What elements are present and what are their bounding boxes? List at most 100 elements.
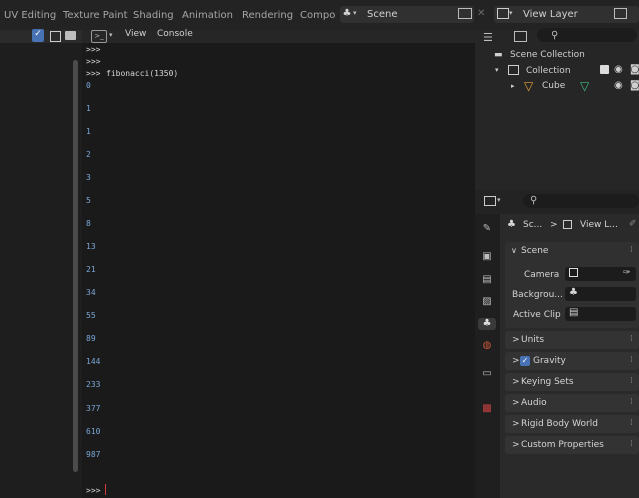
eye-icon[interactable]: ◉ bbox=[614, 64, 623, 75]
eyedropper-icon[interactable]: ✑ bbox=[623, 268, 631, 278]
camera-icon[interactable]: ◙ bbox=[630, 80, 639, 91]
camera-icon[interactable]: ◙ bbox=[630, 64, 639, 75]
left-editor-header: ✓ bbox=[0, 29, 82, 43]
drag-handle-icon[interactable]: ⁞ bbox=[630, 355, 633, 365]
gravity-panel-title[interactable]: Gravity bbox=[533, 356, 566, 366]
breadcrumb-view-layer: View L... bbox=[580, 220, 618, 230]
output-tab-icon[interactable]: ▤ bbox=[481, 274, 493, 286]
view-layer-tab-icon[interactable]: ▨ bbox=[481, 296, 493, 308]
audio-panel-title[interactable]: Audio bbox=[521, 398, 547, 408]
chevron-down-icon[interactable]: ∨ bbox=[511, 246, 517, 255]
chevron-right-icon[interactable]: ▸ bbox=[511, 82, 515, 90]
outliner-display-mode-icon[interactable]: ☰ bbox=[483, 31, 493, 44]
view-layer-icon bbox=[497, 8, 509, 19]
editor-type-icon[interactable]: >_ bbox=[91, 30, 107, 43]
folder-icon[interactable] bbox=[65, 31, 76, 40]
units-panel-title[interactable]: Units bbox=[521, 335, 544, 345]
tab-shading[interactable]: Shading bbox=[133, 10, 174, 21]
console-output-line: 1 bbox=[86, 104, 91, 113]
python-console[interactable] bbox=[82, 30, 475, 498]
console-output-line: 21 bbox=[86, 265, 96, 274]
scene-panel-title[interactable]: Scene bbox=[521, 246, 548, 256]
console-prompt: >>> bbox=[86, 45, 101, 54]
drag-handle-icon[interactable]: ⁞ bbox=[630, 397, 633, 407]
console-output-line: 377 bbox=[86, 404, 101, 413]
rigid-body-world-panel-title[interactable]: Rigid Body World bbox=[521, 419, 598, 429]
keying-sets-panel-title[interactable]: Keying Sets bbox=[521, 377, 574, 387]
clip-icon: ▤ bbox=[569, 307, 579, 318]
chevron-down-icon: ▾ bbox=[497, 196, 501, 204]
console-output-line: 5 bbox=[86, 196, 91, 205]
view-layer-icon bbox=[563, 220, 572, 229]
checkbox-icon[interactable] bbox=[600, 65, 609, 74]
camera-object-icon bbox=[569, 268, 578, 277]
tool-tab-icon[interactable]: ✎ bbox=[481, 223, 493, 235]
workspace-topbar: UV Editing Texture Paint Shading Animati… bbox=[0, 0, 639, 30]
pin-icon[interactable]: ✐ bbox=[629, 219, 637, 229]
chevron-right-icon: > bbox=[512, 356, 520, 366]
drag-handle-icon[interactable]: ⁞ bbox=[630, 334, 633, 344]
copy-icon[interactable] bbox=[50, 31, 61, 42]
drag-handle-icon[interactable]: ⁞ bbox=[630, 418, 633, 428]
tab-rendering[interactable]: Rendering bbox=[242, 10, 293, 21]
breadcrumb-scene: Sc... bbox=[523, 220, 543, 230]
new-scene-icon[interactable] bbox=[458, 8, 472, 19]
chevron-right-icon: > bbox=[512, 419, 520, 429]
shield-icon[interactable]: ✓ bbox=[32, 29, 44, 42]
scene-collection-icon: ▬ bbox=[494, 50, 503, 60]
scene-selector[interactable] bbox=[340, 6, 474, 23]
console-prompt: >>> bbox=[86, 69, 101, 78]
console-output-line: 34 bbox=[86, 288, 96, 297]
render-tab-icon[interactable]: ▣ bbox=[481, 251, 493, 263]
console-output-line: 987 bbox=[86, 450, 101, 459]
tab-compositing[interactable]: Compo bbox=[300, 10, 335, 21]
outliner-scene-collection[interactable]: Scene Collection bbox=[510, 50, 585, 60]
close-icon[interactable]: ✕ bbox=[477, 8, 485, 19]
view-layer-name: View Layer bbox=[523, 9, 578, 20]
console-input-prompt: >>> bbox=[86, 486, 101, 495]
outliner-collection[interactable]: Collection bbox=[526, 66, 571, 76]
console-scrollbar[interactable] bbox=[73, 60, 78, 472]
left-editor bbox=[0, 30, 82, 498]
tab-uv-editing[interactable]: UV Editing bbox=[4, 10, 56, 21]
text-cursor bbox=[105, 484, 106, 495]
chevron-down-icon[interactable]: ▾ bbox=[495, 66, 499, 74]
custom-properties-panel-title[interactable]: Custom Properties bbox=[521, 440, 604, 450]
properties-editor-icon[interactable] bbox=[484, 196, 496, 206]
properties-search-input[interactable] bbox=[523, 194, 639, 208]
texture-tab-icon[interactable]: ▩ bbox=[481, 403, 493, 415]
console-prompt: >>> bbox=[86, 57, 101, 66]
drag-handle-icon[interactable]: ⁞ bbox=[630, 245, 633, 255]
properties-header: ▾ ⚲ bbox=[475, 190, 639, 214]
scene-icon: ♣ bbox=[342, 8, 352, 19]
scene-icon: ♣ bbox=[569, 287, 578, 298]
chevron-right-icon: > bbox=[512, 398, 520, 408]
collection-tab-icon[interactable]: ▭ bbox=[481, 368, 493, 380]
tab-animation[interactable]: Animation bbox=[182, 10, 233, 21]
drag-handle-icon[interactable]: ⁞ bbox=[630, 376, 633, 386]
chevron-right-icon: > bbox=[512, 377, 520, 387]
tab-texture-paint[interactable]: Texture Paint bbox=[63, 10, 128, 21]
chevron-down-icon: ▾ bbox=[509, 9, 513, 17]
drag-handle-icon[interactable]: ⁞ bbox=[630, 439, 633, 449]
new-view-layer-icon[interactable] bbox=[614, 8, 627, 19]
menu-console[interactable]: Console bbox=[157, 29, 193, 39]
console-output-line: 233 bbox=[86, 380, 101, 389]
camera-label: Camera bbox=[524, 270, 560, 280]
gravity-checkbox[interactable]: ✓ bbox=[520, 356, 530, 366]
chevron-right-icon: > bbox=[550, 220, 558, 230]
scene-tab-icon[interactable]: ♣ bbox=[478, 318, 496, 330]
world-tab-icon[interactable]: ◍ bbox=[481, 340, 493, 352]
console-output-line: 1 bbox=[86, 127, 91, 136]
chevron-down-icon: ▾ bbox=[109, 31, 113, 39]
menu-view[interactable]: View bbox=[125, 29, 146, 39]
console-command: fibonacci(1350) bbox=[106, 69, 179, 78]
console-output-line: 8 bbox=[86, 219, 91, 228]
console-output-line: 89 bbox=[86, 334, 96, 343]
search-icon: ⚲ bbox=[530, 195, 538, 206]
filter-icon[interactable] bbox=[514, 31, 527, 42]
eye-icon[interactable]: ◉ bbox=[614, 80, 623, 91]
chevron-right-icon: > bbox=[512, 440, 520, 450]
outliner-object-cube[interactable]: Cube bbox=[542, 81, 565, 91]
console-output-line: 610 bbox=[86, 427, 101, 436]
